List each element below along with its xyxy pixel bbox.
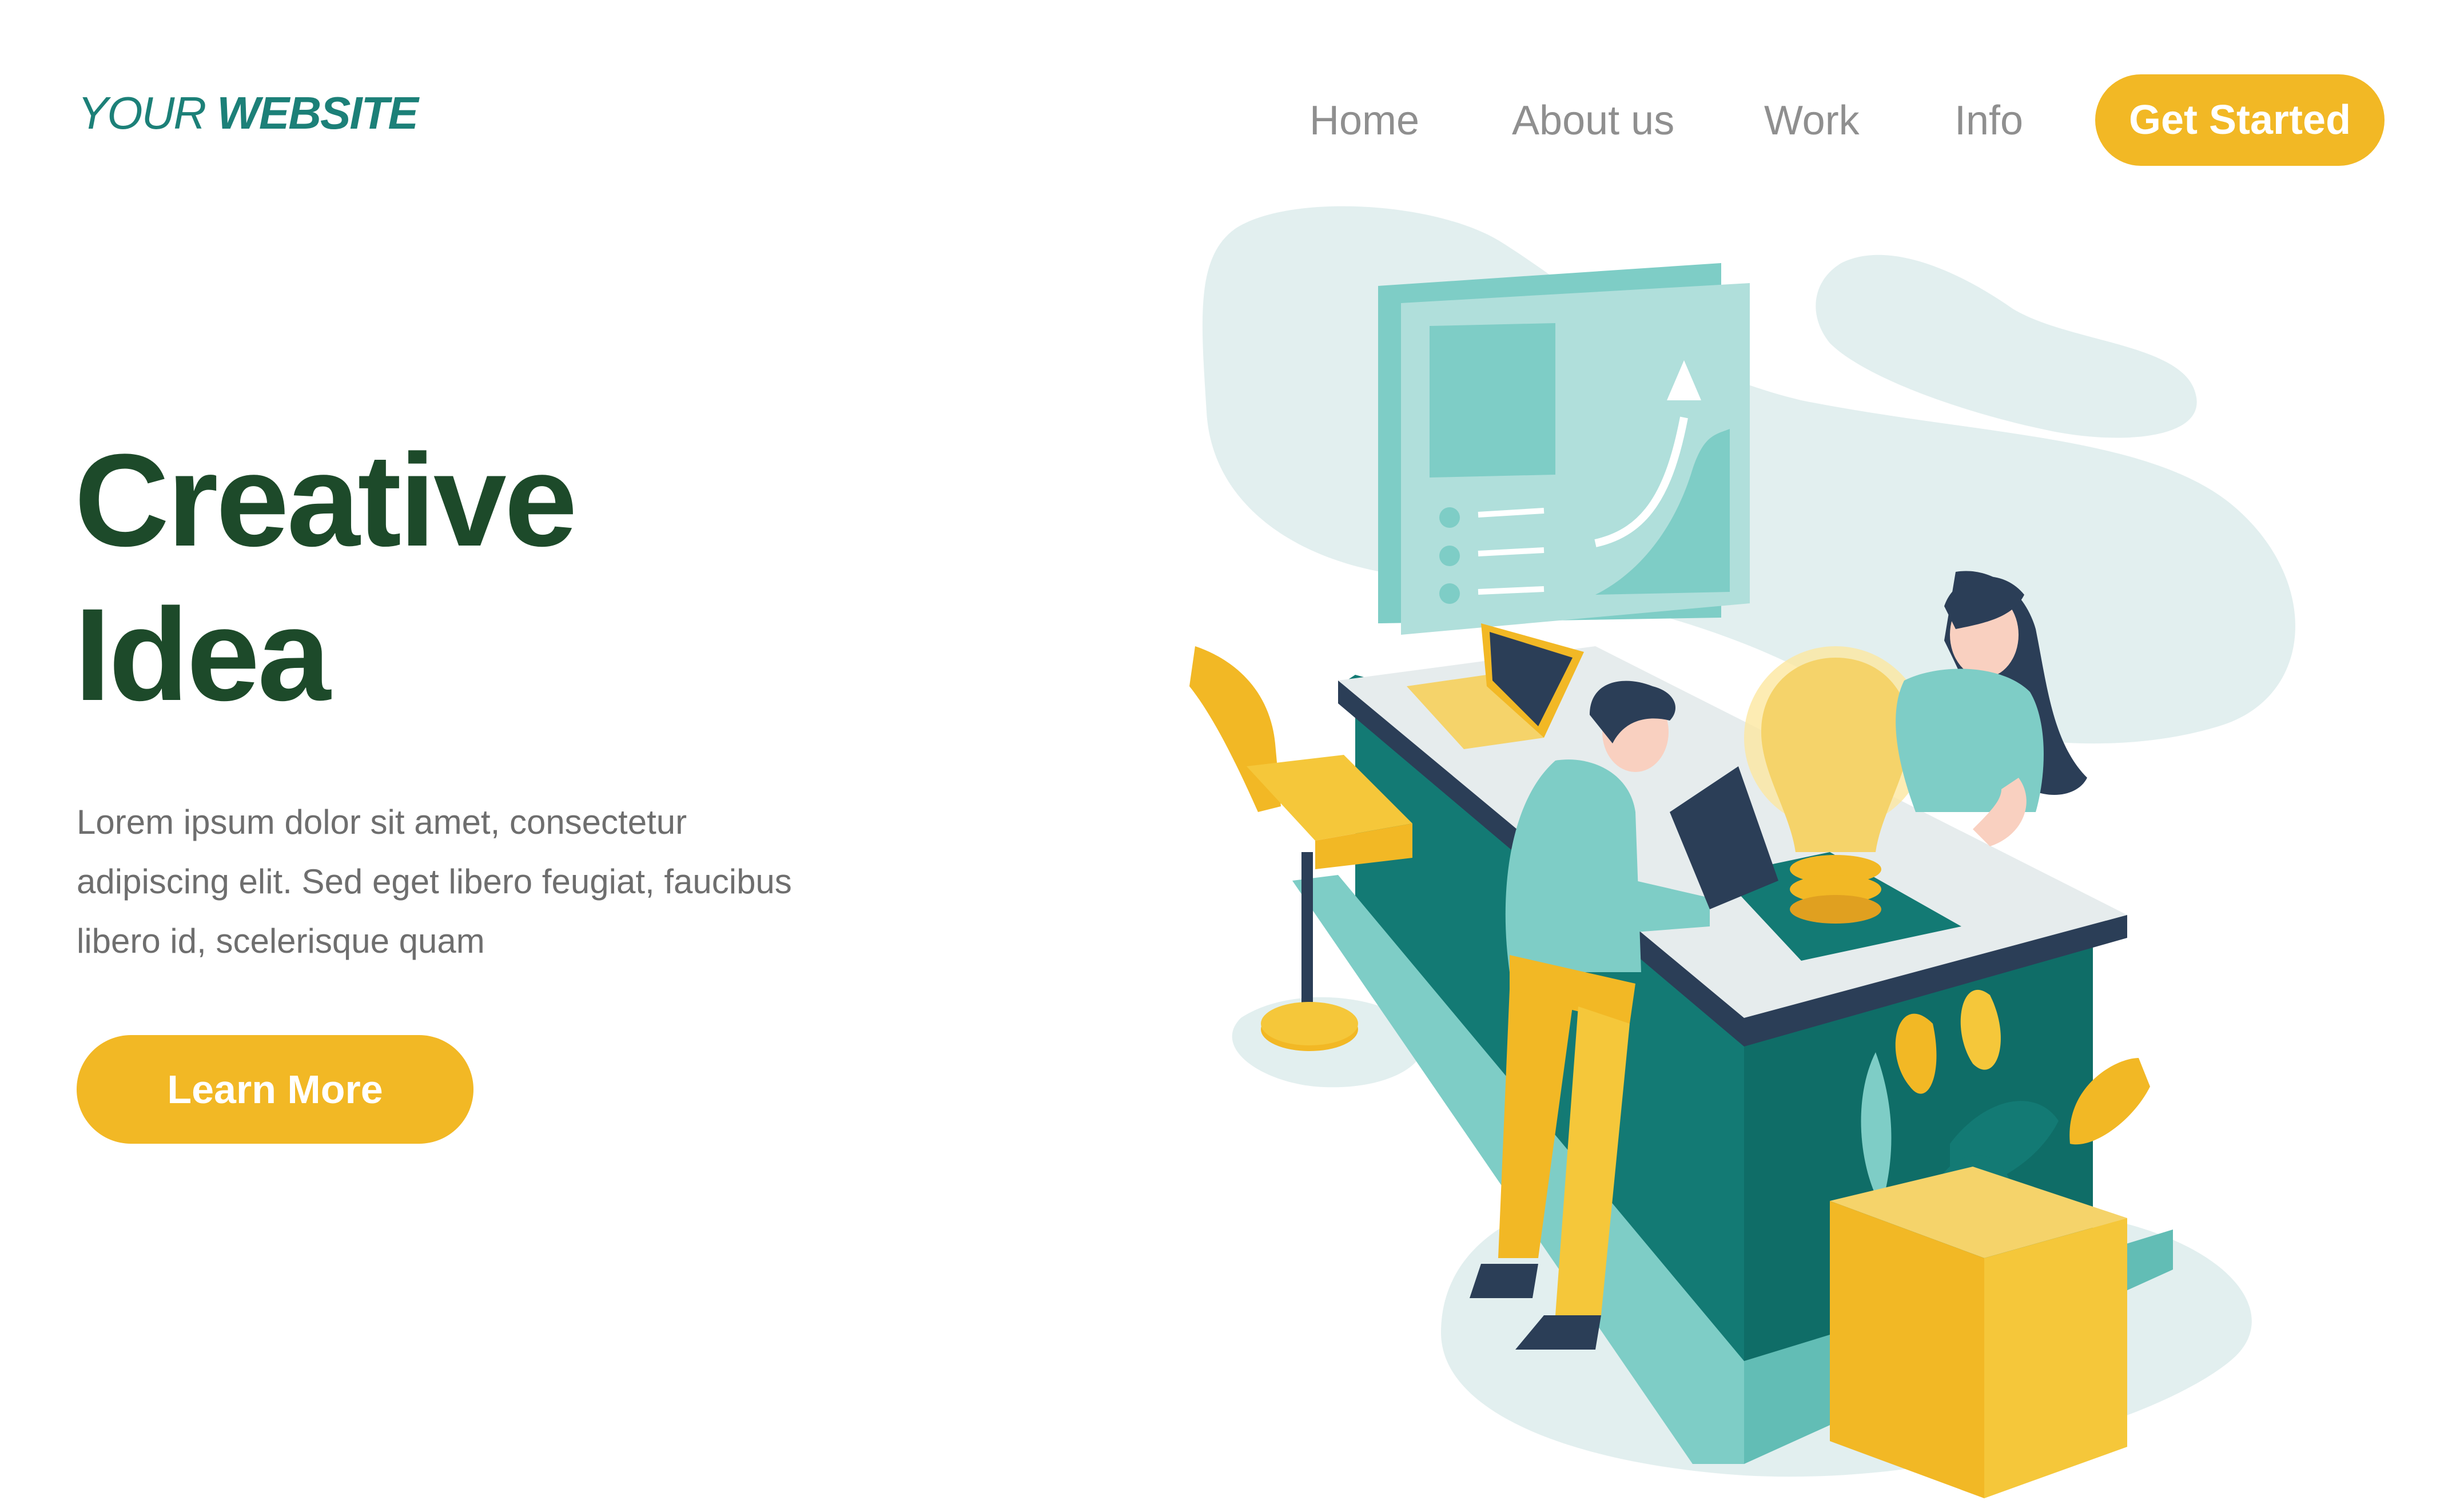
floor-shadow bbox=[1441, 1191, 2252, 1477]
hero-description-line-2: adipiscing elit. Sed eget libero feugiat… bbox=[77, 862, 792, 901]
nav-home-link[interactable]: Home bbox=[1309, 97, 1419, 144]
background-blob bbox=[1202, 206, 2296, 744]
learn-more-button[interactable]: Learn More bbox=[77, 1035, 473, 1144]
hero-description: Lorem ipsum dolor sit amet, consectetur … bbox=[77, 793, 877, 971]
hero-description-line-3: libero id, scelerisque quam bbox=[77, 922, 485, 960]
desk bbox=[1292, 646, 2173, 1464]
nav-work-link[interactable]: Work bbox=[1764, 97, 1860, 144]
woman-figure bbox=[1896, 571, 2087, 846]
main-nav: Home About us Work Info Get Started bbox=[0, 74, 2464, 166]
hero-description-line-1: Lorem ipsum dolor sit amet, consectetur bbox=[77, 803, 687, 841]
nav-about-link[interactable]: About us bbox=[1512, 97, 1674, 144]
background-blob-small bbox=[1816, 254, 2197, 438]
hero-title: Creative Idea bbox=[74, 423, 578, 732]
creative-idea-illustration bbox=[1189, 206, 2296, 1498]
man-figure bbox=[1470, 681, 1778, 1350]
light-bulb bbox=[1744, 646, 1927, 924]
chair-shadow bbox=[1232, 997, 1423, 1088]
nav-info-link[interactable]: Info bbox=[1955, 97, 2023, 144]
plant-pot bbox=[1830, 989, 2150, 1498]
hero-title-line-2: Idea bbox=[74, 581, 331, 728]
presentation-board bbox=[1378, 263, 1750, 635]
laptop bbox=[1407, 623, 1584, 749]
get-started-button[interactable]: Get Started bbox=[2095, 74, 2385, 166]
hero-title-line-1: Creative bbox=[74, 427, 578, 574]
bar-stool bbox=[1189, 646, 1412, 1051]
